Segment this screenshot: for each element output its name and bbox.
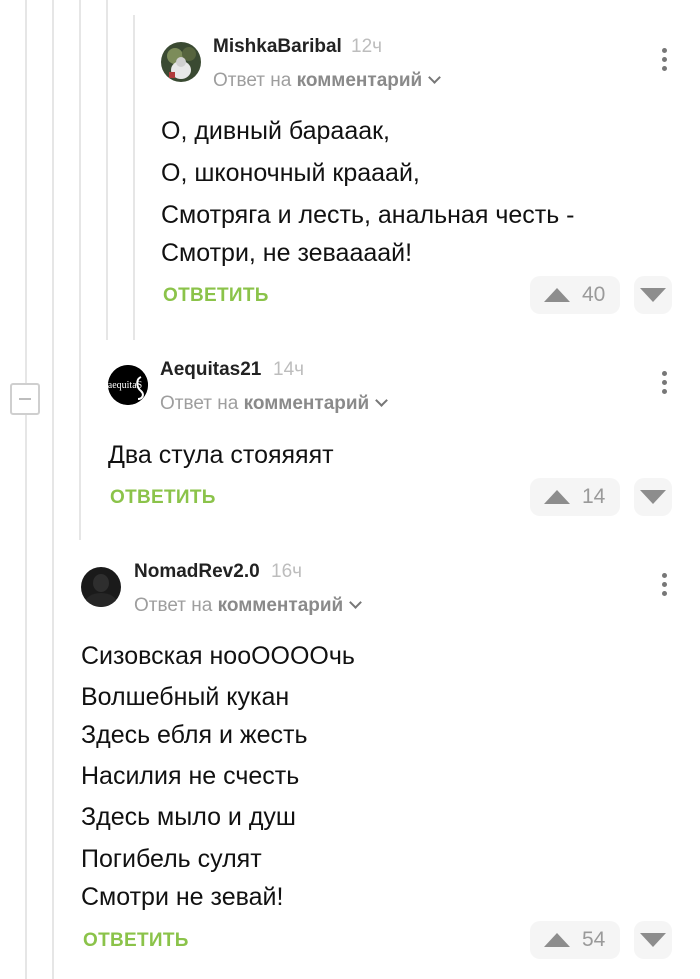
- reply-button[interactable]: ОТВЕТИТЬ: [163, 285, 269, 307]
- comment: MishkaBaribal 12ч Ответ на комментарий О…: [0, 0, 700, 330]
- vote-count: 14: [582, 485, 606, 508]
- avatar[interactable]: aequitaS: [108, 365, 148, 405]
- vote-up-button[interactable]: 54: [530, 921, 620, 959]
- reply-button[interactable]: ОТВЕТИТЬ: [110, 487, 216, 509]
- avatar[interactable]: [161, 42, 201, 82]
- vote-up-button[interactable]: 40: [530, 276, 620, 314]
- comment-author[interactable]: NomadRev2.0: [134, 561, 260, 583]
- comment-text-line: Погибель сулят: [81, 845, 262, 873]
- comment-time: 16ч: [271, 561, 303, 582]
- reply-to-link[interactable]: комментарий: [218, 595, 344, 616]
- comment-author[interactable]: Aequitas21: [160, 359, 261, 381]
- comment-time: 14ч: [273, 359, 305, 380]
- vote-count: 40: [582, 283, 606, 306]
- comment-text-line: Сизовская нооОООOчь: [81, 642, 355, 670]
- comment-text-line: О, дивный барааак,: [161, 117, 391, 145]
- reply-to-link[interactable]: комментарий: [244, 393, 370, 414]
- reply-to-prefix: Ответ на: [213, 70, 292, 91]
- arrow-down-icon: [640, 288, 666, 302]
- arrow-up-icon: [544, 288, 570, 302]
- reply-to: Ответ на комментарий: [134, 595, 363, 617]
- comment: aequitaS Aequitas21 14ч Ответ на коммент…: [0, 340, 700, 530]
- reply-to: Ответ на комментарий: [160, 393, 389, 415]
- comment-text-line: Два стула стояяяят: [108, 441, 334, 469]
- comment-author[interactable]: MishkaBaribal: [213, 36, 342, 58]
- more-options-icon[interactable]: [662, 48, 668, 75]
- chevron-down-icon[interactable]: [349, 596, 363, 609]
- vote-down-button[interactable]: [634, 478, 672, 516]
- chevron-down-icon[interactable]: [375, 394, 389, 407]
- comment-text-line: Насилия не счесть: [81, 762, 300, 790]
- comment-text-line: Здесь ебля и жесть: [81, 721, 308, 749]
- vote-count: 54: [582, 928, 606, 951]
- arrow-down-icon: [640, 490, 666, 504]
- vote-down-button[interactable]: [634, 276, 672, 314]
- vote-up-button[interactable]: 14: [530, 478, 620, 516]
- reply-to-link[interactable]: комментарий: [297, 70, 423, 91]
- reply-to-prefix: Ответ на: [160, 393, 239, 414]
- comment-text-line: Волшебный кукан: [81, 683, 290, 711]
- comment-text-line: Смотряга и лесть, анальная честь -: [161, 201, 575, 229]
- comment: NomadRev2.0 16ч Ответ на комментарий Сиз…: [0, 540, 700, 979]
- arrow-down-icon: [640, 933, 666, 947]
- reply-to: Ответ на комментарий: [213, 70, 442, 92]
- comment-text-line: Смотри не зевай!: [81, 883, 284, 911]
- comment-text-line: Здесь мыло и душ: [81, 803, 296, 831]
- more-options-icon[interactable]: [662, 573, 668, 600]
- chevron-down-icon[interactable]: [428, 71, 442, 84]
- reply-to-prefix: Ответ на: [134, 595, 213, 616]
- comment-text-line: О, шконочный крааай,: [161, 159, 420, 187]
- arrow-up-icon: [544, 490, 570, 504]
- vote-down-button[interactable]: [634, 921, 672, 959]
- reply-button[interactable]: ОТВЕТИТЬ: [83, 930, 189, 952]
- arrow-up-icon: [544, 933, 570, 947]
- more-options-icon[interactable]: [662, 371, 668, 398]
- avatar[interactable]: [81, 567, 121, 607]
- comment-text-line: Смотри, не зеваааай!: [161, 239, 413, 267]
- comment-time: 12ч: [351, 36, 383, 57]
